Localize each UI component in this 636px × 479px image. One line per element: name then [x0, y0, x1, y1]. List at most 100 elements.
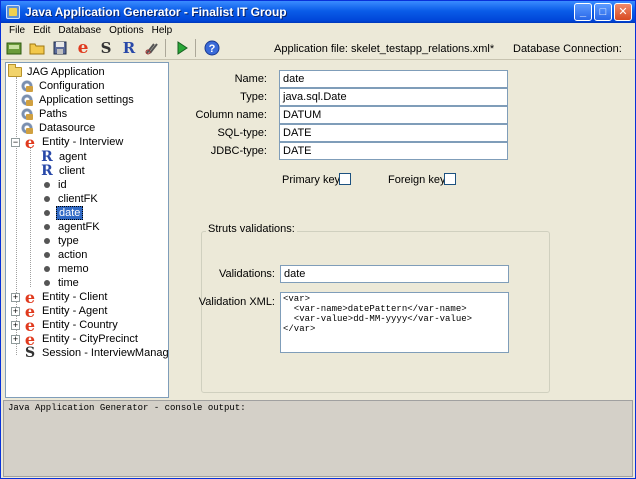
- tree-item-session-interviewmanager[interactable]: S Session - InterviewManager: [23, 345, 168, 361]
- run-icon: [177, 41, 188, 55]
- foreign-key-checkbox[interactable]: [444, 173, 456, 185]
- menu-bar: File Edit Database Options Help: [1, 23, 635, 37]
- tree-item-action[interactable]: action: [40, 248, 89, 262]
- session-icon: S: [24, 345, 36, 361]
- help-button[interactable]: ?: [202, 38, 222, 58]
- type-field[interactable]: java.sql.Date: [279, 88, 508, 106]
- tree-item-application-settings[interactable]: Application settings: [20, 93, 136, 107]
- validation-xml-textarea[interactable]: <var> <var-name>datePattern</var-name> <…: [280, 292, 509, 353]
- toolbar-separator: [165, 39, 166, 57]
- open-button[interactable]: [27, 38, 47, 58]
- menu-database[interactable]: Database: [54, 25, 105, 36]
- jdbc-type-label: JDBC-type:: [210, 145, 267, 157]
- collapse-toggle[interactable]: −: [11, 137, 20, 147]
- tree-item-date[interactable]: date: [40, 206, 84, 220]
- tree-item-entity-interview[interactable]: − e Entity - Interview: [11, 132, 125, 152]
- menu-file[interactable]: File: [5, 25, 29, 36]
- tree-item-agentfk[interactable]: agentFK: [40, 220, 102, 234]
- project-tree[interactable]: JAG Application Configuration Applicatio…: [5, 62, 169, 398]
- add-entity-button[interactable]: e: [73, 38, 93, 58]
- expand-toggle[interactable]: +: [11, 320, 20, 330]
- application-file-label: Application file: skelet_testapp_relatio…: [274, 43, 495, 55]
- tree-item-configuration[interactable]: Configuration: [20, 79, 106, 93]
- close-icon: ✕: [618, 5, 628, 18]
- gear-icon: [20, 79, 34, 93]
- relation-icon: R: [41, 163, 53, 179]
- open-folder-icon: [29, 43, 45, 55]
- title-bar[interactable]: Java Application Generator - Finalist IT…: [1, 1, 635, 23]
- field-icon: [44, 224, 50, 230]
- app-window: Java Application Generator - Finalist IT…: [0, 0, 636, 479]
- console-panel[interactable]: Java Application Generator - console out…: [3, 400, 633, 477]
- minimize-icon: _: [579, 5, 587, 18]
- tree-item-time[interactable]: time: [40, 276, 81, 290]
- entity-icon: e: [24, 329, 36, 349]
- gear-icon: [20, 107, 34, 121]
- foreign-key-label: Foreign key:: [388, 174, 449, 186]
- save-button[interactable]: [50, 38, 70, 58]
- entity-icon: e: [24, 132, 36, 152]
- tree-item-agent[interactable]: R agent: [40, 149, 89, 165]
- new-button[interactable]: [4, 38, 24, 58]
- minimize-button[interactable]: _: [574, 3, 592, 21]
- console-output: Java Application Generator - console out…: [8, 403, 246, 413]
- tree-item-id[interactable]: id: [40, 178, 69, 192]
- name-field[interactable]: date: [279, 70, 508, 88]
- save-icon: [53, 41, 67, 55]
- svg-text:?: ?: [209, 43, 216, 55]
- tree-item-type[interactable]: type: [40, 234, 81, 248]
- tree-item-client[interactable]: R client: [40, 163, 87, 179]
- build-button[interactable]: [142, 38, 162, 58]
- column-name-label: Column name:: [195, 109, 267, 121]
- help-icon: ?: [204, 40, 220, 56]
- database-connection-label: Database Connection:: [513, 43, 622, 55]
- primary-key-checkbox[interactable]: [339, 173, 351, 185]
- type-label: Type:: [240, 91, 267, 103]
- add-session-button[interactable]: S: [96, 38, 116, 58]
- tree-item-paths[interactable]: Paths: [20, 107, 69, 121]
- menu-edit[interactable]: Edit: [29, 25, 54, 36]
- field-icon: [44, 196, 50, 202]
- menu-options[interactable]: Options: [105, 25, 147, 36]
- build-icon: [145, 43, 158, 55]
- expand-toggle[interactable]: +: [11, 306, 20, 316]
- validation-xml-label: Validation XML:: [198, 296, 275, 308]
- session-icon: S: [100, 39, 112, 57]
- jdbc-type-field[interactable]: DATE: [279, 142, 508, 160]
- expand-toggle[interactable]: +: [11, 334, 20, 344]
- tree-item-entity-cityprecinct[interactable]: + e Entity - CityPrecinct: [11, 329, 140, 349]
- struts-validations-title: Struts validations:: [206, 223, 297, 235]
- expand-toggle[interactable]: +: [11, 292, 20, 302]
- maximize-button[interactable]: □: [594, 3, 612, 21]
- tree-item-memo[interactable]: memo: [40, 262, 91, 276]
- name-label: Name:: [234, 73, 267, 85]
- tree-line: [30, 147, 31, 287]
- menu-help[interactable]: Help: [148, 25, 177, 36]
- field-icon: [44, 252, 50, 258]
- run-button[interactable]: [172, 38, 192, 58]
- validations-field[interactable]: date: [280, 265, 509, 283]
- tree-item-clientfk[interactable]: clientFK: [40, 192, 100, 206]
- gear-icon: [20, 93, 34, 107]
- validations-label: Validations:: [218, 268, 275, 280]
- field-icon: [44, 280, 50, 286]
- app-icon: [6, 5, 20, 19]
- maximize-icon: □: [599, 5, 607, 18]
- folder-icon: [8, 64, 22, 79]
- column-name-field[interactable]: DATUM: [279, 106, 508, 124]
- relation-icon: R: [41, 149, 53, 165]
- toolbar-separator: [195, 39, 196, 57]
- relation-icon: R: [122, 39, 136, 57]
- add-relation-button[interactable]: R: [119, 38, 139, 58]
- field-icon: [44, 210, 50, 216]
- sql-type-field[interactable]: DATE: [279, 124, 508, 142]
- new-icon: [6, 42, 22, 55]
- field-icon: [44, 266, 50, 272]
- field-icon: [44, 238, 50, 244]
- sql-type-label: SQL-type:: [217, 127, 267, 139]
- field-icon: [44, 182, 50, 188]
- close-button[interactable]: ✕: [614, 3, 632, 21]
- primary-key-label: Primary key:: [282, 174, 344, 186]
- tree-root[interactable]: JAG Application: [8, 64, 107, 79]
- entity-icon: e: [77, 38, 89, 58]
